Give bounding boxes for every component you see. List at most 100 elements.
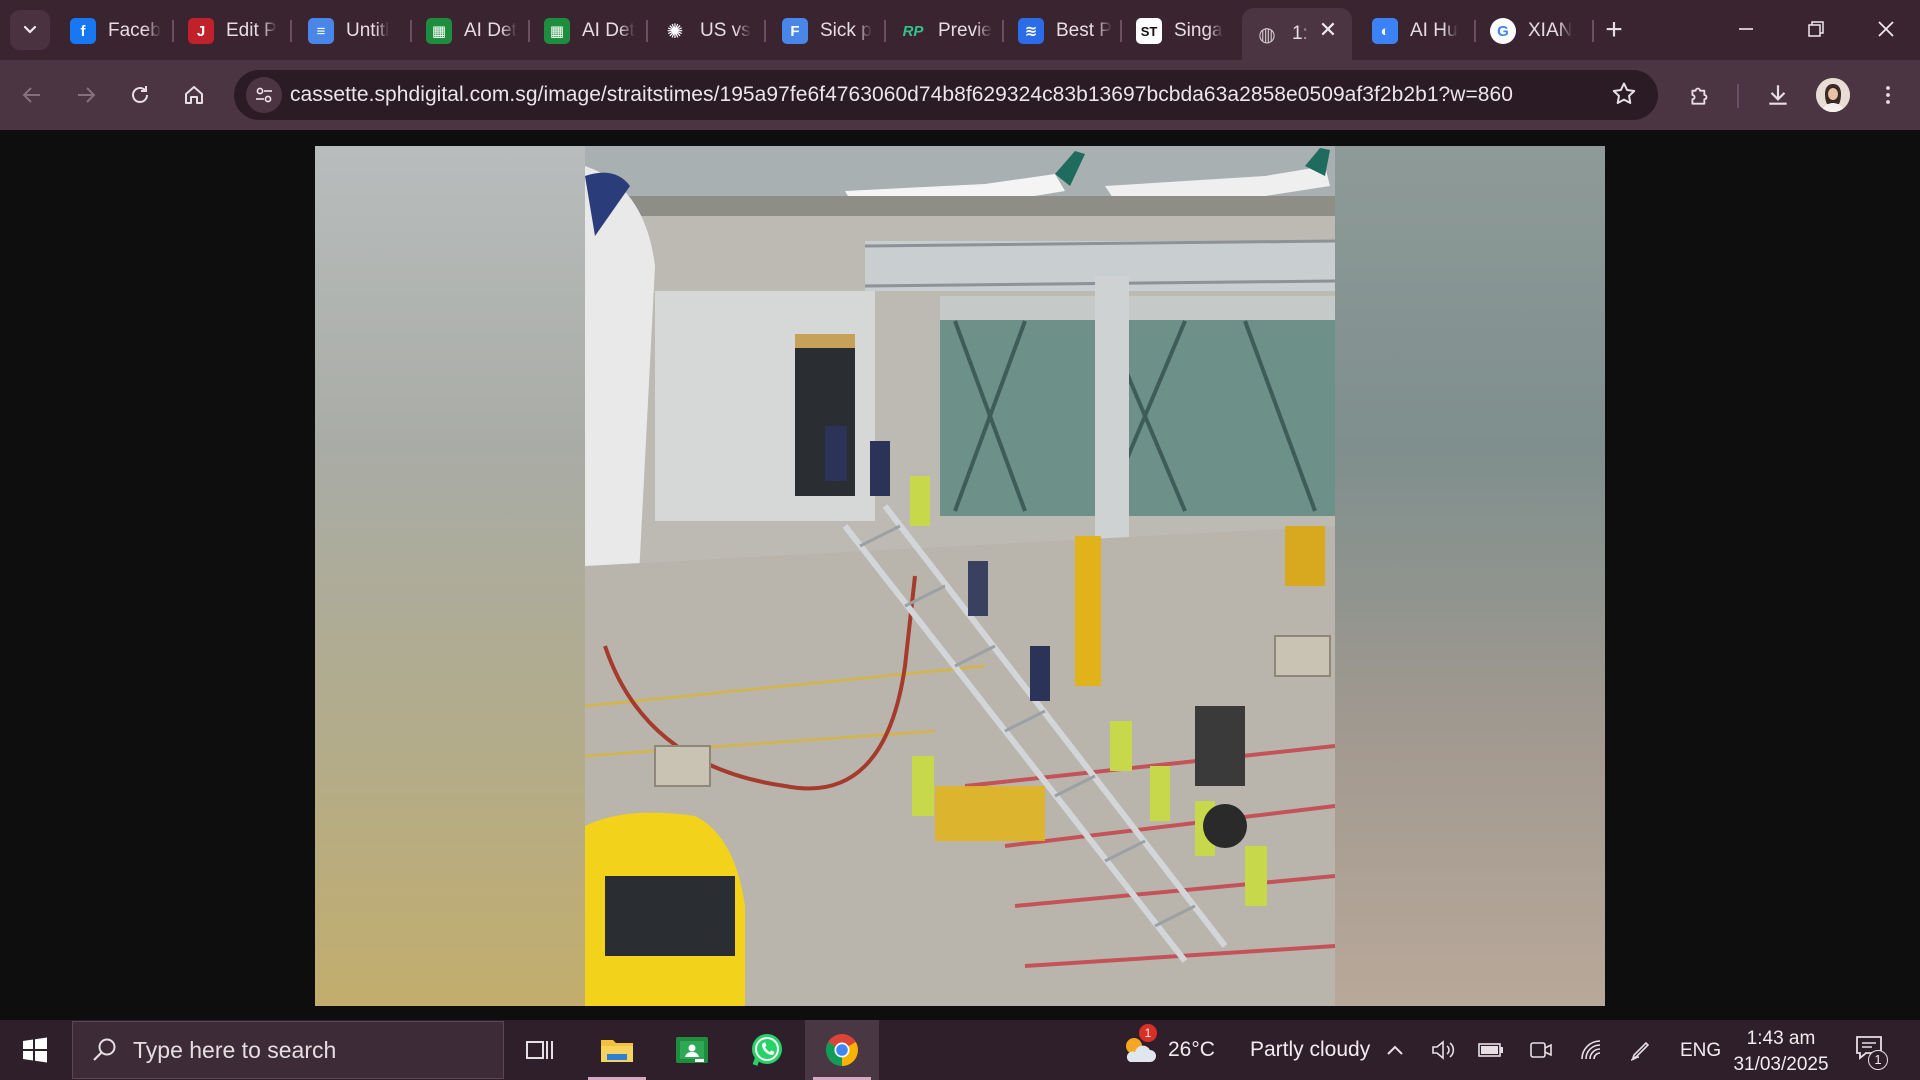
tune-icon xyxy=(256,87,272,103)
editor-icon: J xyxy=(188,18,214,44)
tab-title: AI Det xyxy=(582,20,635,41)
address-bar[interactable]: cassette.sphdigital.com.sg/image/straits… xyxy=(234,70,1658,120)
tab-title: AI Hu xyxy=(1410,20,1458,41)
best-picks-icon: ≋ xyxy=(1018,18,1044,44)
windows-logo-icon xyxy=(23,1037,47,1063)
browser-tab[interactable]: f Faceb xyxy=(58,8,170,54)
meet-now-button[interactable] xyxy=(1528,1038,1554,1062)
profile-avatar[interactable] xyxy=(1816,78,1850,112)
browser-tab[interactable]: ≋ Best P xyxy=(1006,8,1118,54)
classroom-icon xyxy=(676,1037,708,1063)
chrome-menu-button[interactable] xyxy=(1868,75,1908,115)
openai-icon: ✺ xyxy=(666,20,684,43)
whatsapp-button[interactable] xyxy=(730,1020,804,1080)
back-button[interactable] xyxy=(12,75,52,115)
chrome-taskbar-button[interactable] xyxy=(805,1020,879,1080)
url-text[interactable]: cassette.sphdigital.com.sg/image/straits… xyxy=(290,83,1513,107)
home-button[interactable] xyxy=(174,75,214,115)
straits-times-icon: ST xyxy=(1136,18,1162,44)
battery-button[interactable] xyxy=(1478,1038,1504,1062)
tab-title: XIAN xyxy=(1528,20,1573,41)
tab-separator xyxy=(1120,20,1122,42)
google-classroom-button[interactable] xyxy=(655,1020,729,1080)
tab-title: Sick p xyxy=(820,20,872,41)
home-icon xyxy=(185,86,203,104)
tab-separator xyxy=(410,20,412,42)
battery-icon xyxy=(1478,1043,1503,1057)
wifi-icon xyxy=(1581,1040,1601,1060)
star-icon xyxy=(1612,82,1636,104)
displayed-image[interactable] xyxy=(315,146,1605,1006)
arrow-right-icon xyxy=(78,87,96,103)
notifications-button[interactable]: 1 xyxy=(1854,1034,1890,1070)
start-button[interactable] xyxy=(0,1020,70,1080)
camera-icon xyxy=(1530,1042,1552,1058)
tab-strip: f Faceb J Edit P ≡ Untitl ▦ AI Det ▦ AI Det ✺ US vs… xyxy=(0,0,1920,60)
image-blurred-backdrop-right xyxy=(1335,146,1605,1006)
pen-workspace-button[interactable] xyxy=(1628,1038,1654,1062)
forward-button[interactable] xyxy=(66,75,106,115)
task-view-button[interactable] xyxy=(503,1020,577,1080)
new-tab-button[interactable]: + xyxy=(1598,12,1630,48)
pen-icon xyxy=(1630,1041,1650,1061)
input-language[interactable]: ENG xyxy=(1680,1040,1721,1062)
google-icon: G xyxy=(1490,18,1516,44)
restore-icon xyxy=(1808,21,1824,37)
close-icon xyxy=(1878,21,1894,37)
close-tab-icon[interactable]: ✕ xyxy=(1316,17,1340,42)
google-sheets-icon: ▦ xyxy=(544,18,570,44)
whatsapp-icon xyxy=(752,1034,782,1066)
globe-icon: ◍ xyxy=(1258,23,1276,46)
tab-title: AI Det xyxy=(464,20,517,41)
restore-button[interactable] xyxy=(1786,8,1846,50)
browser-tab[interactable]: G XIAN xyxy=(1478,8,1590,54)
browser-tab[interactable]: J Edit P xyxy=(176,8,288,54)
taskbar-search[interactable]: Type here to search xyxy=(72,1021,504,1079)
tab-separator xyxy=(290,20,292,42)
volume-button[interactable] xyxy=(1430,1038,1456,1062)
minimize-button[interactable] xyxy=(1716,8,1776,50)
browser-tab[interactable]: F Sick p xyxy=(770,8,882,54)
browser-tab[interactable]: ✺ US vs xyxy=(650,8,762,54)
search-icon xyxy=(93,1038,116,1061)
show-hidden-icons-button[interactable] xyxy=(1382,1038,1408,1062)
browser-tab[interactable]: ≡ Untitl xyxy=(296,8,408,54)
puzzle-icon xyxy=(1691,87,1708,105)
reload-button[interactable] xyxy=(120,75,160,115)
toolbar-divider xyxy=(1737,84,1739,108)
google-docs-icon: ≡ xyxy=(308,18,334,44)
browser-tab[interactable]: ▦ AI Det xyxy=(532,8,644,54)
tab-title: Singa xyxy=(1174,20,1223,41)
downloads-button[interactable] xyxy=(1758,75,1798,115)
bookmark-button[interactable] xyxy=(1610,80,1640,110)
tab-title: Faceb xyxy=(108,20,161,41)
profile-icon xyxy=(1816,78,1850,112)
image-blurred-backdrop-left xyxy=(315,146,585,1006)
browser-tab[interactable]: RP Previe xyxy=(888,8,1000,54)
browser-tab[interactable]: ST Singa xyxy=(1124,8,1236,54)
tab-separator xyxy=(1002,20,1004,42)
minimize-icon xyxy=(1739,28,1753,30)
file-explorer-button[interactable] xyxy=(580,1020,654,1080)
browser-tab[interactable]: ◍ 1: ✕ xyxy=(1242,8,1352,60)
tab-separator xyxy=(646,20,648,42)
browser-tab[interactable]: ◐ AI Hu xyxy=(1360,8,1472,54)
chevron-up-icon xyxy=(1387,1045,1403,1055)
weather-temperature[interactable]: 26°C xyxy=(1168,1038,1215,1062)
more-vert-icon xyxy=(1886,86,1890,104)
browser-tab[interactable]: ▦ AI Det xyxy=(414,8,526,54)
site-info-button[interactable] xyxy=(246,77,282,113)
tab-separator xyxy=(172,20,174,42)
tab-search-button[interactable] xyxy=(10,10,50,50)
tab-title: Best P xyxy=(1056,20,1112,41)
tab-separator xyxy=(1474,20,1476,42)
extensions-button[interactable] xyxy=(1680,75,1720,115)
network-button[interactable] xyxy=(1578,1038,1604,1062)
tab-title: US vs xyxy=(700,20,751,41)
tab-separator xyxy=(764,20,766,42)
close-window-button[interactable] xyxy=(1856,8,1916,50)
weather-condition[interactable]: Partly cloudy xyxy=(1250,1038,1370,1062)
clock[interactable]: 1:43 am 31/03/2025 xyxy=(1726,1026,1836,1078)
tab-title: Untitl xyxy=(346,20,390,41)
weather-alert-badge: 1 xyxy=(1139,1024,1157,1042)
